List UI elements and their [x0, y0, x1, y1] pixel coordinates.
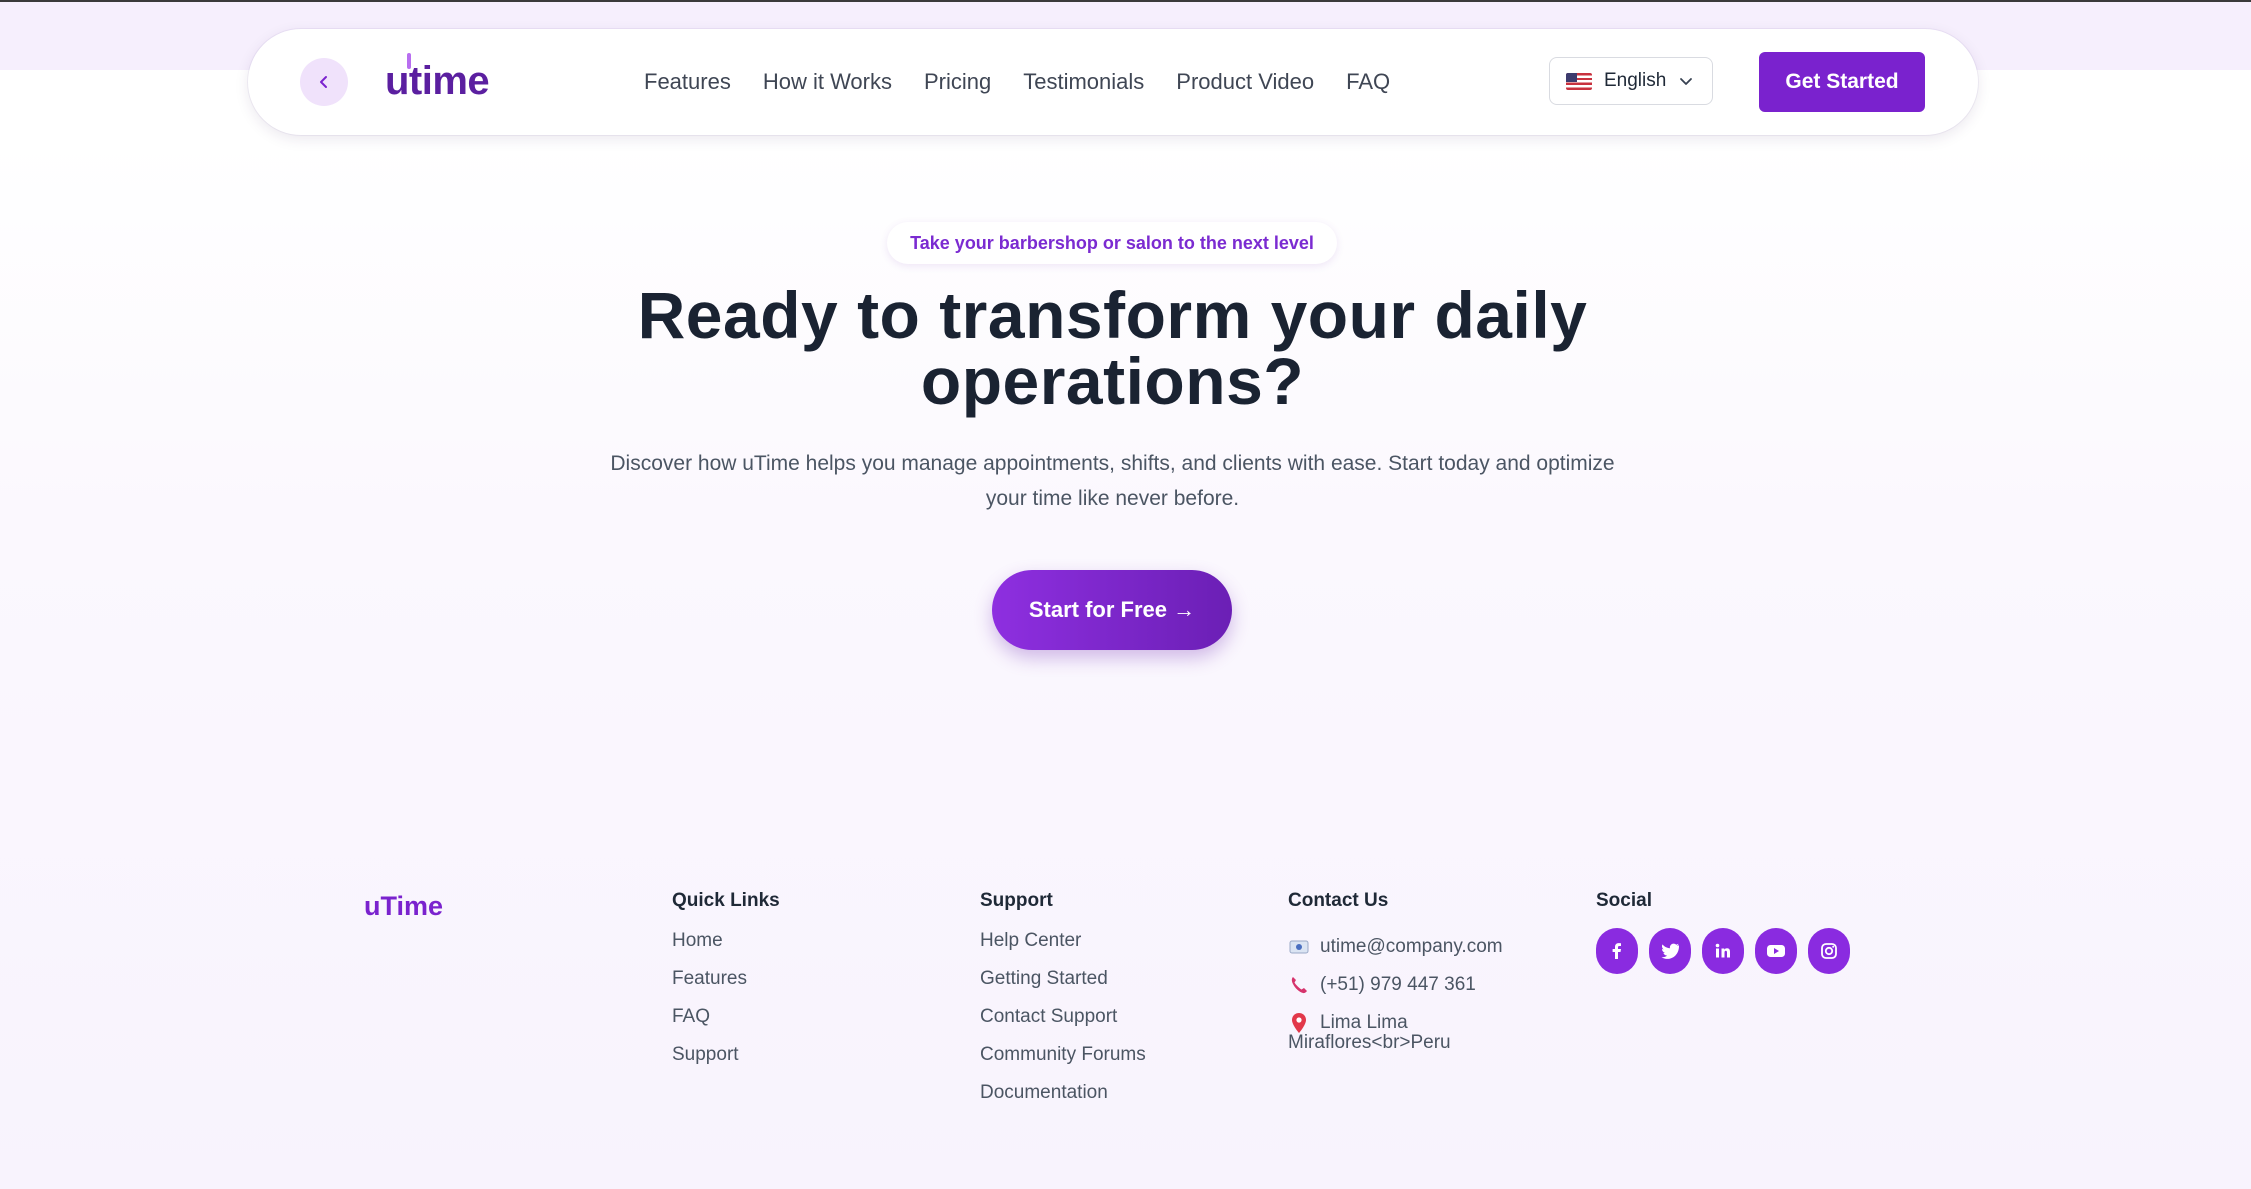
footer-link-help-center[interactable]: Help Center	[980, 928, 1146, 966]
chevron-down-icon	[1680, 78, 1693, 85]
nav-link-how-it-works[interactable]: How it Works	[763, 69, 892, 95]
phone-icon	[1288, 974, 1310, 996]
footer-quick-links-title: Quick Links	[672, 890, 780, 911]
contact-phone-text: (+51) 979 447 361	[1320, 974, 1476, 995]
contact-email[interactable]: utime@company.com	[1288, 928, 1503, 966]
footer-support: Support Help Center Getting Started Cont…	[980, 888, 1146, 1118]
footer-support-title: Support	[980, 890, 1053, 911]
start-free-button[interactable]: Start for Free →	[992, 570, 1232, 650]
footer-social: Social	[1596, 888, 1850, 974]
nav-link-testimonials[interactable]: Testimonials	[1023, 69, 1144, 95]
hero-subtitle-line2: your time like never before.	[985, 487, 1240, 510]
chevron-left-icon	[320, 76, 327, 88]
contact-email-text: utime@company.com	[1320, 936, 1503, 957]
hero-title: Ready to transform your daily operations…	[400, 282, 1825, 414]
footer-link-home[interactable]: Home	[672, 928, 780, 966]
footer-link-contact-support[interactable]: Contact Support	[980, 1004, 1146, 1042]
navbar: utime Features How it Works Pricing Test…	[248, 29, 1978, 135]
logo[interactable]: utime	[385, 52, 490, 109]
contact-phone[interactable]: (+51) 979 447 361	[1288, 966, 1503, 1004]
twitter-icon[interactable]	[1649, 928, 1691, 974]
nav-link-product-video[interactable]: Product Video	[1176, 69, 1314, 95]
hero-title-line1: Ready to transform your daily	[637, 278, 1588, 352]
footer-link-community-forums[interactable]: Community Forums	[980, 1042, 1146, 1080]
youtube-icon[interactable]	[1755, 928, 1797, 974]
nav-link-pricing[interactable]: Pricing	[924, 69, 991, 95]
footer-link-faq[interactable]: FAQ	[672, 1004, 780, 1042]
contact-address-line2: Miraflores<br>Peru	[1288, 1032, 1451, 1053]
logo-accent-mark	[407, 52, 411, 69]
email-icon	[1288, 936, 1310, 958]
footer-link-getting-started[interactable]: Getting Started	[980, 966, 1146, 1004]
language-select[interactable]: English	[1549, 57, 1713, 105]
footer-link-features[interactable]: Features	[672, 966, 780, 1004]
footer-link-support[interactable]: Support	[672, 1042, 780, 1080]
language-label: English	[1604, 70, 1667, 91]
instagram-icon[interactable]	[1808, 928, 1850, 974]
footer-contact-title: Contact Us	[1288, 890, 1389, 911]
get-started-button[interactable]: Get Started	[1759, 52, 1925, 112]
nav-links: Features How it Works Pricing Testimonia…	[644, 64, 1390, 100]
nav-link-faq[interactable]: FAQ	[1346, 69, 1390, 95]
footer-quick-links: Quick Links Home Features FAQ Support	[672, 888, 780, 1080]
hero-subtitle: Discover how uTime helps you manage appo…	[575, 446, 1650, 516]
logo-text: utime	[385, 58, 490, 103]
footer-brand[interactable]: uTime	[364, 891, 443, 922]
footer-social-title: Social	[1596, 890, 1652, 911]
hero-subtitle-line1: Discover how uTime helps you manage appo…	[610, 452, 1615, 475]
footer-contact: Contact Us utime@company.com (+51) 979 4…	[1288, 888, 1503, 1056]
facebook-icon[interactable]	[1596, 928, 1638, 974]
nav-link-features[interactable]: Features	[644, 69, 731, 95]
hero-title-line2: operations?	[920, 344, 1305, 418]
linkedin-icon[interactable]	[1702, 928, 1744, 974]
us-flag-icon	[1566, 72, 1592, 90]
footer-link-documentation[interactable]: Documentation	[980, 1080, 1146, 1118]
social-icons	[1596, 928, 1850, 974]
hero-badge: Take your barbershop or salon to the nex…	[887, 222, 1337, 264]
back-button[interactable]	[300, 58, 348, 106]
